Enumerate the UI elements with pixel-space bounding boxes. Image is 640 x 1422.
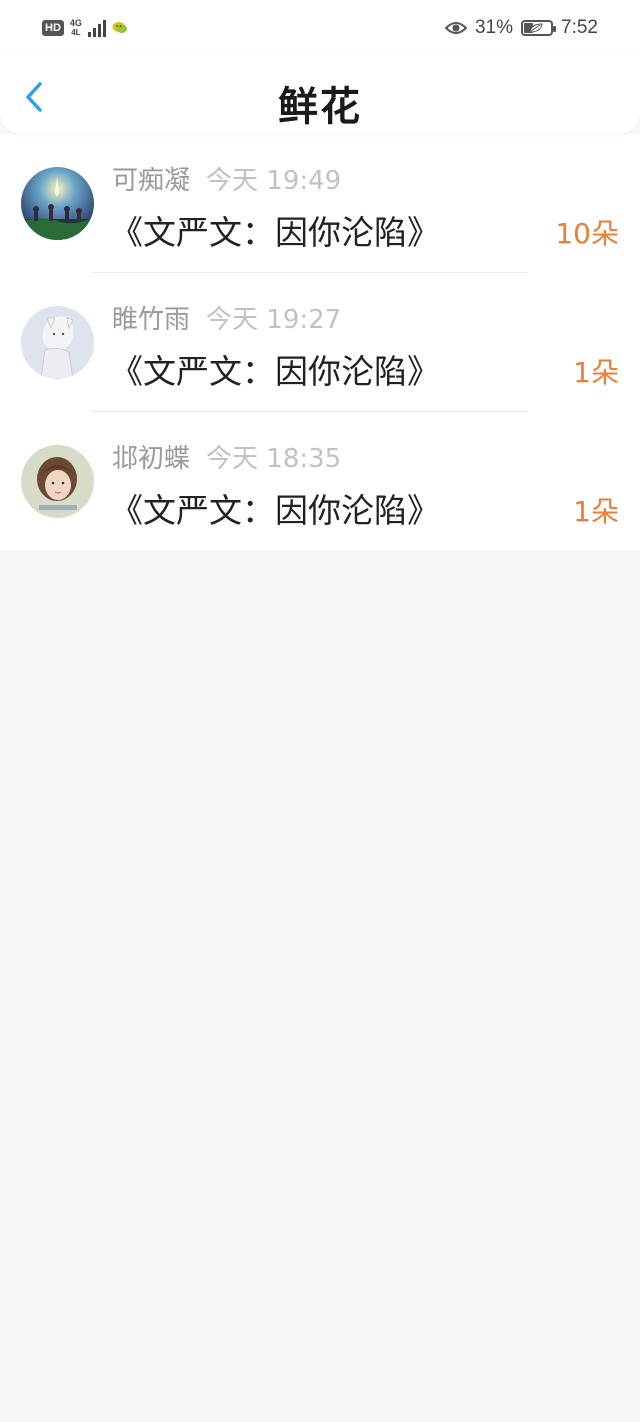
flower-count: 10朵	[555, 217, 619, 250]
book-title: 《文严文：因你沦陷》	[110, 352, 440, 391]
list-item[interactable]: 邶初蝶 今天 18:35 《文严文：因你沦陷》 1朵	[0, 412, 640, 550]
sender-name: 邶初蝶	[112, 444, 191, 474]
flower-count: 1朵	[573, 495, 619, 528]
network-type: 4G 4L	[69, 18, 82, 38]
list-item[interactable]: 可痴凝 今天 19:49 《文严文：因你沦陷》 10朵	[0, 134, 640, 272]
avatar[interactable]	[21, 306, 94, 379]
sender-name: 可痴凝	[112, 166, 191, 196]
avatar[interactable]	[21, 445, 94, 518]
avatar-image	[21, 167, 94, 240]
eye-icon	[444, 22, 467, 34]
page-title: 鲜花	[278, 84, 362, 130]
battery-percent: 31%	[474, 17, 514, 38]
flower-record-list: 可痴凝 今天 19:49 《文严文：因你沦陷》 10朵 睢竹雨 今天 19:27 《…	[0, 134, 640, 550]
sender-name: 睢竹雨	[112, 305, 191, 335]
battery-icon	[521, 20, 557, 36]
record-meta: 邶初蝶 今天 18:35	[112, 438, 341, 475]
record-time: 今天 19:27	[206, 305, 342, 335]
signal-icon	[87, 19, 106, 37]
network-sub-label: 4L	[71, 28, 81, 37]
record-time: 今天 18:35	[206, 444, 342, 474]
flower-count: 1朵	[573, 356, 619, 389]
avatar-image	[21, 445, 94, 518]
leaf-icon	[529, 23, 543, 33]
status-right: 31% 7:52	[444, 14, 598, 42]
record-time: 今天 19:49	[206, 166, 342, 196]
header: 鲜花	[0, 56, 640, 134]
hd-icon: HD	[42, 20, 64, 36]
book-title: 《文严文：因你沦陷》	[110, 491, 440, 530]
record-meta: 睢竹雨 今天 19:27	[112, 299, 341, 336]
status-bar: HD 4G 4L 31% 7:52	[0, 0, 640, 56]
wechat-icon	[112, 22, 127, 33]
status-left: HD 4G 4L	[42, 15, 128, 41]
list-item[interactable]: 睢竹雨 今天 19:27 《文严文：因你沦陷》 1朵	[0, 273, 640, 411]
avatar-image	[21, 306, 94, 379]
book-title: 《文严文：因你沦陷》	[110, 213, 440, 252]
clock: 7:52	[561, 17, 598, 38]
avatar[interactable]	[21, 167, 94, 240]
network-label: 4G	[69, 18, 82, 28]
record-meta: 可痴凝 今天 19:49	[112, 160, 341, 197]
